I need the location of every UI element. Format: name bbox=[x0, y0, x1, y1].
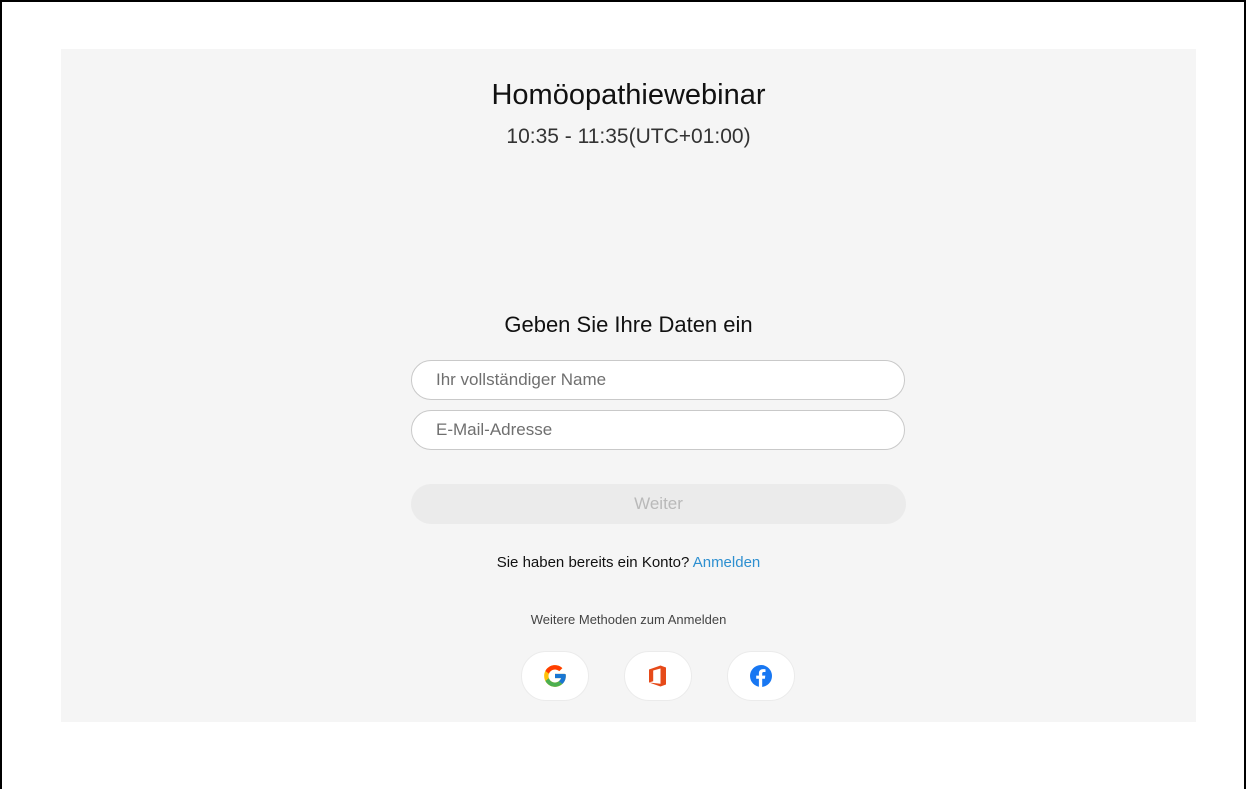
facebook-icon bbox=[749, 664, 773, 688]
google-icon bbox=[542, 663, 568, 689]
account-prompt-line: Sie haben bereits ein Konto? Anmelden bbox=[61, 554, 1196, 571]
continue-button[interactable]: Weiter bbox=[411, 484, 906, 524]
google-signin-button[interactable] bbox=[521, 651, 589, 701]
full-name-input[interactable] bbox=[411, 360, 905, 400]
office-icon bbox=[648, 665, 668, 687]
event-time: 10:35 - 11:35(UTC+01:00) bbox=[506, 125, 751, 148]
email-input[interactable] bbox=[411, 410, 905, 450]
account-prompt-text: Sie haben bereits ein Konto? bbox=[496, 554, 690, 571]
office-signin-button[interactable] bbox=[624, 651, 692, 701]
registration-panel: Homöopathiewebinar 10:35 - 11:35(UTC+01:… bbox=[61, 49, 1196, 722]
form-heading: Geben Sie Ihre Daten ein bbox=[504, 312, 753, 337]
signin-link[interactable]: Anmelden bbox=[693, 554, 761, 571]
other-methods-label: Weitere Methoden zum Anmelden bbox=[530, 612, 727, 627]
event-title: Homöopathiewebinar bbox=[491, 79, 766, 111]
facebook-signin-button[interactable] bbox=[727, 651, 795, 701]
